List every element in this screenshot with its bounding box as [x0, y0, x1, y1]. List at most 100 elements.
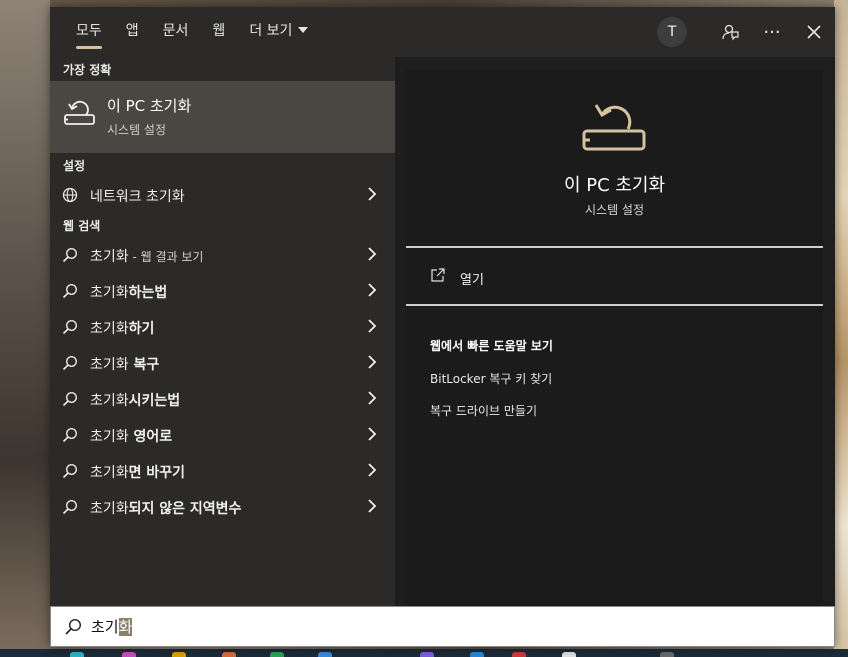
- tab-label: 더 보기: [249, 23, 293, 39]
- caret-down-icon: [298, 27, 309, 33]
- tab-apps[interactable]: 앱: [114, 7, 151, 57]
- search-icon: [62, 355, 78, 371]
- taskbar-app-icon[interactable]: [420, 652, 434, 657]
- tab-more[interactable]: 더 보기: [237, 7, 320, 57]
- divider: [406, 304, 823, 306]
- setting-item-network-reset[interactable]: 네트워크 초기화: [50, 177, 395, 213]
- web-result-item[interactable]: 초기화 복구: [50, 345, 395, 381]
- help-link-bitlocker[interactable]: BitLocker 복구 키 찾기: [430, 370, 552, 387]
- search-text: 초기: [91, 618, 119, 636]
- preview-subtitle: 시스템 설정: [584, 203, 644, 217]
- help-link-recovery-drive[interactable]: 복구 드라이브 만들기: [430, 402, 537, 419]
- tab-all[interactable]: 모두: [64, 7, 114, 57]
- taskbar-app-icon[interactable]: [318, 652, 332, 657]
- reset-pc-icon: [582, 104, 646, 151]
- section-best-match: 가장 정확: [63, 63, 112, 77]
- taskbar-app-icon[interactable]: [172, 652, 186, 657]
- search-window: 모두 앱 문서 웹 더 보기 T ··· 가장 정확 이 PC 초기화 시스템 …: [50, 7, 835, 647]
- divider: [406, 246, 823, 248]
- taskbar-app-icon[interactable]: [122, 652, 136, 657]
- web-result-label: 초기화 - 웹 결과 보기: [90, 246, 203, 266]
- web-result-suggestion: 면 바꾸기: [128, 465, 186, 481]
- tab-documents[interactable]: 문서: [151, 7, 201, 57]
- section-web-search: 웹 검색: [63, 219, 101, 233]
- web-result-item[interactable]: 초기화하는법: [50, 273, 395, 309]
- taskbar-app-icon[interactable]: [222, 652, 236, 657]
- chevron-right-icon[interactable]: [367, 246, 377, 262]
- taskbar-app-icon[interactable]: [70, 652, 84, 657]
- search-icon: [62, 463, 78, 479]
- tab-label: 모두: [76, 23, 102, 39]
- best-match-item[interactable]: 이 PC 초기화 시스템 설정: [50, 81, 395, 153]
- search-icon: [65, 618, 82, 635]
- web-result-item[interactable]: 초기화하기: [50, 309, 395, 345]
- search-text-selected: 화: [118, 618, 133, 636]
- web-result-label: 초기화시키는법: [90, 390, 180, 410]
- open-label: 열기: [460, 273, 484, 288]
- web-result-suggestion: 하는법: [128, 285, 168, 301]
- taskbar-app-icon[interactable]: [270, 652, 284, 657]
- preview-pane: 이 PC 초기화 시스템 설정 열기 웹에서 빠른 도움말 보기 BitLock…: [406, 69, 823, 606]
- web-result-label: 초기화하는법: [90, 282, 167, 302]
- web-result-query: 초기화: [90, 285, 129, 301]
- help-heading: 웹에서 빠른 도움말 보기: [430, 339, 553, 353]
- web-result-query: 초기화: [90, 429, 129, 445]
- taskbar-app-icon[interactable]: [470, 652, 484, 657]
- chevron-right-icon[interactable]: [367, 426, 377, 442]
- chevron-right-icon[interactable]: [367, 498, 377, 514]
- web-result-item[interactable]: 초기화면 바꾸기: [50, 453, 395, 489]
- reset-pc-icon: [64, 100, 95, 125]
- search-box[interactable]: 초기화: [50, 606, 835, 647]
- web-result-label: 초기화면 바꾸기: [90, 462, 185, 482]
- search-icon: [62, 391, 78, 407]
- search-header: 모두 앱 문서 웹 더 보기 T ···: [50, 7, 835, 57]
- taskbar-app-icon[interactable]: [512, 652, 526, 657]
- web-result-query: 초기화: [90, 465, 129, 481]
- web-result-query: 초기화: [90, 321, 129, 337]
- tab-label: 앱: [125, 23, 139, 39]
- web-result-item[interactable]: 초기화되지 않은 지역변수: [50, 489, 395, 525]
- web-result-suggestion: 복구: [128, 357, 160, 373]
- web-result-item[interactable]: 초기화시키는법: [50, 381, 395, 417]
- tab-label: 웹: [212, 23, 226, 39]
- search-icon: [62, 499, 78, 515]
- search-icon: [62, 427, 78, 443]
- web-result-query: 초기화: [90, 393, 129, 409]
- more-options-button[interactable]: ···: [751, 7, 793, 57]
- web-result-suggestion: 되지 않은 지역변수: [128, 501, 242, 517]
- web-result-query: 초기화: [90, 249, 129, 265]
- close-icon: [807, 25, 821, 39]
- web-result-item[interactable]: 초기화 - 웹 결과 보기: [50, 237, 395, 273]
- close-button[interactable]: [793, 7, 835, 57]
- chevron-right-icon[interactable]: [367, 462, 377, 478]
- best-match-title: 이 PC 초기화: [107, 97, 192, 115]
- globe-icon: [62, 187, 78, 203]
- web-result-label: 초기화하기: [90, 318, 154, 338]
- feedback-icon: [722, 24, 739, 41]
- feedback-button[interactable]: [709, 7, 751, 57]
- preview-title: 이 PC 초기화: [563, 175, 666, 196]
- chevron-right-icon[interactable]: [367, 390, 377, 406]
- desktop-background-right: [834, 0, 848, 657]
- search-input[interactable]: 초기화: [91, 616, 133, 637]
- more-icon: ···: [763, 21, 781, 43]
- desktop-background: [0, 0, 50, 657]
- search-icon: [62, 247, 78, 263]
- web-result-item[interactable]: 초기화 영어로: [50, 417, 395, 453]
- chevron-right-icon[interactable]: [367, 318, 377, 334]
- web-result-suggestion: 영어로: [128, 429, 173, 445]
- tab-web[interactable]: 웹: [200, 7, 237, 57]
- header-actions: T ···: [657, 7, 835, 57]
- web-result-query: 초기화: [90, 357, 129, 373]
- web-result-suggestion: 시키는법: [128, 393, 181, 409]
- chevron-right-icon[interactable]: [367, 354, 377, 370]
- tab-label: 문서: [162, 23, 189, 39]
- chevron-right-icon[interactable]: [367, 282, 377, 298]
- chevron-right-icon[interactable]: [367, 186, 377, 202]
- web-result-query: 초기화: [90, 501, 129, 517]
- taskbar-app-icon[interactable]: [562, 652, 576, 657]
- taskbar-app-icon[interactable]: [660, 652, 674, 657]
- user-avatar[interactable]: T: [657, 17, 687, 47]
- results-list: 가장 정확 이 PC 초기화 시스템 설정 설정 네트워크 초기화 웹 검색 초…: [50, 57, 395, 606]
- search-icon: [62, 283, 78, 299]
